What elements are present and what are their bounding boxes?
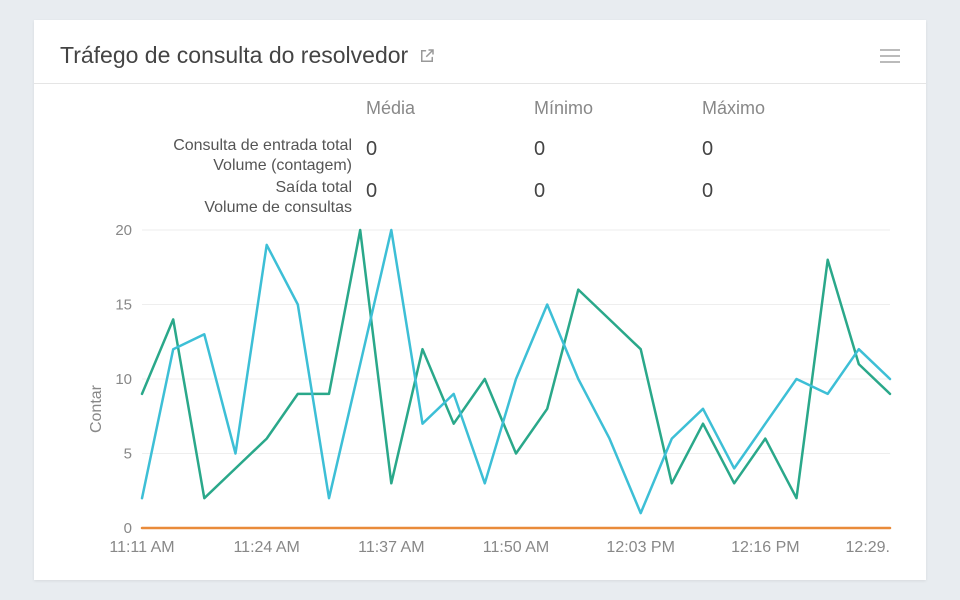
col-header-maximo: Máximo [702, 94, 870, 119]
line-chart: 0 5 10 15 20 11:11 AM 11:24 AM 11:37 AM 11:50 AM… [94, 224, 900, 564]
incoming-media: 0 [366, 134, 534, 161]
chart-area: Contar 0510152011:11 AM11:24 AM11:37 AM1… [94, 224, 900, 564]
svg-text:11:24 AM: 11:24 AM [233, 539, 299, 556]
stats-header-row: Média Mínimo Máximo [34, 94, 926, 134]
hamburger-menu-icon[interactable] [880, 46, 900, 66]
svg-text:5: 5 [124, 446, 132, 463]
stats-row-incoming: Consulta de entrada total Volume (contag… [34, 134, 926, 176]
svg-text:12:03 PM: 12:03 PM [606, 539, 674, 556]
incoming-minimo: 0 [534, 134, 702, 161]
svg-text:15: 15 [115, 297, 132, 314]
svg-text:12:29.: 12:29. [846, 539, 890, 556]
outgoing-minimo: 0 [534, 176, 702, 203]
outgoing-maximo: 0 [702, 176, 870, 203]
resolver-traffic-card: Tráfego de consulta do resolvedor Média … [34, 20, 926, 580]
incoming-maximo: 0 [702, 134, 870, 161]
outgoing-media: 0 [366, 176, 534, 203]
y-axis-label: Contar [88, 385, 106, 433]
svg-text:20: 20 [115, 222, 132, 239]
svg-text:11:11 AM: 11:11 AM [109, 539, 174, 556]
svg-text:12:16 PM: 12:16 PM [731, 539, 799, 556]
col-header-media: Média [366, 94, 534, 119]
stats-table: Média Mínimo Máximo Consulta de entrada … [34, 84, 926, 218]
svg-text:10: 10 [115, 371, 132, 388]
svg-text:11:37 AM: 11:37 AM [358, 539, 424, 556]
card-header: Tráfego de consulta do resolvedor [34, 20, 926, 84]
row-label-outgoing: Saída total Volume de consultas [34, 176, 366, 218]
stats-row-outgoing: Saída total Volume de consultas 0 0 0 [34, 176, 926, 218]
row-label-incoming: Consulta de entrada total Volume (contag… [34, 134, 366, 176]
col-header-minimo: Mínimo [534, 94, 702, 119]
card-title: Tráfego de consulta do resolvedor [60, 42, 408, 69]
svg-text:11:50 AM: 11:50 AM [483, 539, 549, 556]
svg-text:0: 0 [124, 520, 132, 537]
open-external-icon[interactable] [418, 47, 436, 65]
